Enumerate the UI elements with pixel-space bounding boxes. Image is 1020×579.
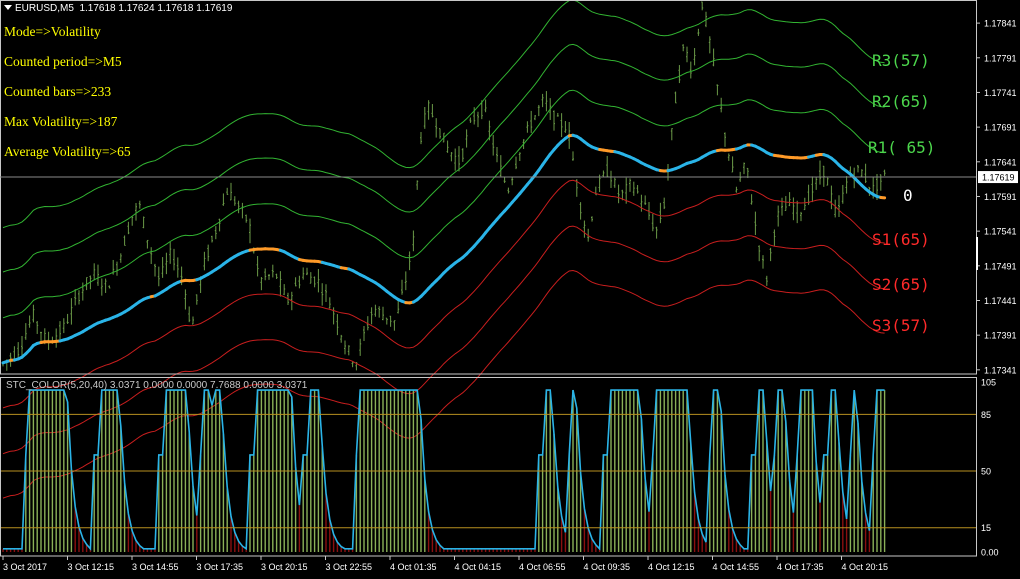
stc-tick-label: 85 — [981, 410, 991, 420]
volatility-channels — [1, 0, 887, 499]
price-tick-label: 1.17441 — [984, 296, 1017, 306]
time-tick-label: 3 Oct 12:15 — [68, 562, 115, 572]
price-tick-label: 1.17491 — [984, 261, 1017, 271]
stc-tick-label: 0.00 — [981, 548, 999, 558]
time-tick-label: 4 Oct 20:15 — [842, 562, 889, 572]
level-r2: R2(65) — [872, 92, 930, 111]
info-average-volatility: Average Volatility=>65 — [4, 144, 131, 159]
chart-canvas[interactable]: 1.17841 1.17791 1.17741 1.17691 1.17641 1.175… — [0, 0, 1020, 579]
current-price-label: 1.17619 — [982, 173, 1015, 183]
price-candles — [2, 1, 886, 371]
menu-triangle-icon[interactable] — [4, 5, 12, 10]
stc-tick-label: 50 — [981, 467, 991, 477]
chart-header: EURUSD,M5 1.17618 1.17624 1.17618 1.1761… — [4, 3, 232, 14]
time-tick-label: 4 Oct 17:35 — [777, 562, 824, 572]
axes: 1.17841 1.17791 1.17741 1.17691 1.17641 1.175… — [0, 0, 1018, 572]
info-max-volatility: Max Volatility=>187 — [4, 114, 118, 129]
stc-tick-label: 15 — [981, 523, 991, 533]
price-tick-label: 1.17841 — [984, 19, 1017, 29]
price-tick-label: 1.17391 — [984, 331, 1017, 341]
time-tick-label: 4 Oct 06:55 — [519, 562, 566, 572]
info-mode: Mode=>Volatility — [4, 24, 101, 39]
info-period: Counted period=>M5 — [4, 54, 122, 69]
time-tick-label: 4 Oct 09:35 — [584, 562, 631, 572]
channel-r1 — [2, 89, 885, 319]
stc-title: STC_COLOR(5,20,40) 3.0371 0.0000 0.0000 … — [6, 380, 308, 391]
price-tick-label: 1.17691 — [984, 123, 1017, 133]
symbol-label: EURUSD,M5 — [15, 3, 74, 14]
stc-indicator — [0, 389, 976, 552]
time-tick-label: 3 Oct 14:55 — [132, 562, 179, 572]
stc-tick-label: 105 — [981, 378, 996, 388]
time-tick-label: 4 Oct 14:55 — [713, 562, 760, 572]
level-s3: S3(57) — [872, 316, 930, 335]
main-pane-frame — [0, 0, 977, 375]
level-zero: 0 — [903, 186, 913, 205]
time-tick-label: 3 Oct 20:15 — [261, 562, 308, 572]
info-counted-bars: Counted bars=>233 — [4, 84, 112, 99]
price-tick-label: 1.17741 — [984, 88, 1017, 98]
price-tick-label: 1.17541 — [984, 227, 1017, 237]
time-tick-label: 4 Oct 12:15 — [648, 562, 695, 572]
channel-r3 — [2, 0, 885, 229]
time-tick-label: 3 Oct 17:35 — [197, 562, 244, 572]
price-tick-label: 1.17341 — [984, 365, 1017, 375]
ohlc-values: 1.17618 1.17624 1.17618 1.17619 — [79, 3, 233, 14]
level-s1: S1(65) — [872, 230, 930, 249]
channel-r2 — [2, 43, 885, 273]
price-tick-label: 1.17591 — [984, 192, 1017, 202]
time-tick-label: 4 Oct 01:35 — [390, 562, 437, 572]
price-tick-label: 1.17791 — [984, 53, 1017, 63]
time-tick-label: 4 Oct 04:15 — [455, 562, 502, 572]
time-tick-label: 3 Oct 22:55 — [326, 562, 373, 572]
level-r3: R3(57) — [872, 51, 930, 70]
time-tick-label: 3 Oct 2017 — [3, 562, 47, 572]
level-r1: R1( 65) — [868, 138, 936, 157]
price-tick-label: 1.17641 — [984, 157, 1017, 167]
level-s2: S2(65) — [872, 275, 930, 294]
